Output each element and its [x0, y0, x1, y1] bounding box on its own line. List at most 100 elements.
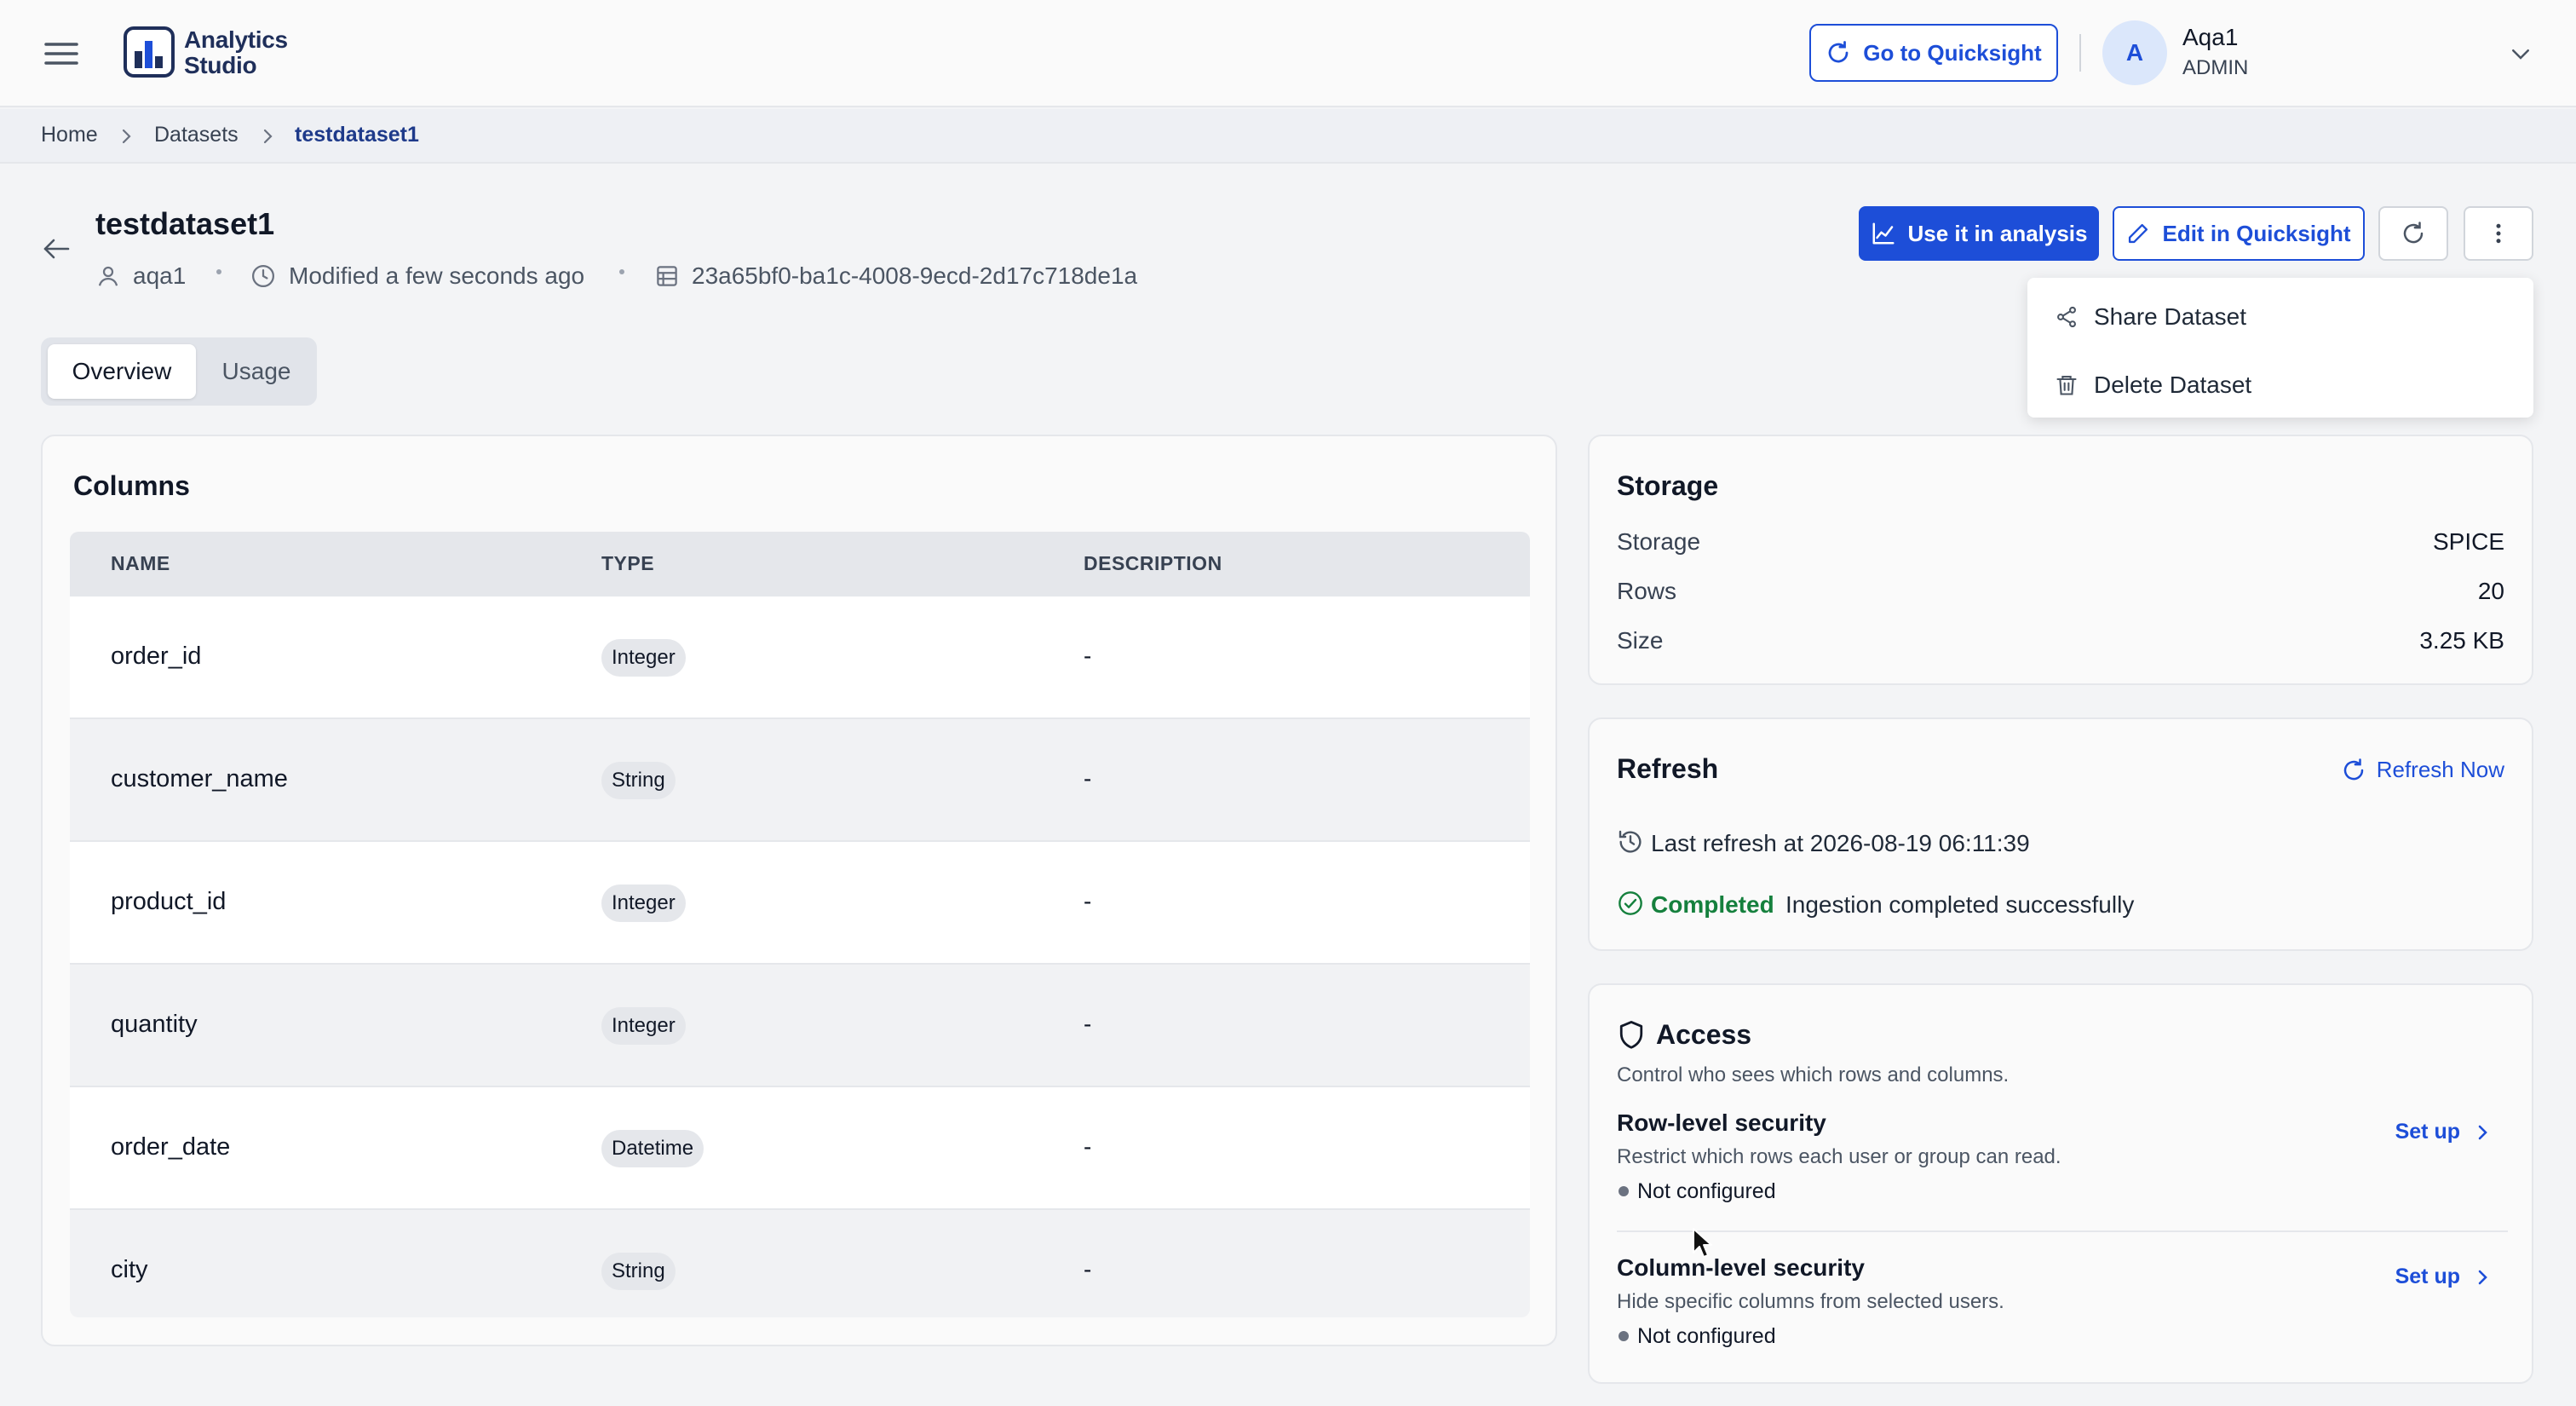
- column-description: -: [1084, 1256, 1092, 1282]
- rows-value: 20: [2477, 578, 2504, 604]
- chart-icon: [1871, 221, 1896, 246]
- column-name: product_id: [111, 888, 227, 915]
- row-level-security-title: Row-level security: [1617, 1109, 1826, 1136]
- avatar[interactable]: A: [2102, 20, 2167, 85]
- table-header: NAME TYPE DESCRIPTION: [70, 532, 1530, 595]
- more-actions-button[interactable]: [2464, 206, 2533, 261]
- column-name: quantity: [111, 1011, 198, 1038]
- type-badge: Datetime: [601, 1130, 704, 1167]
- delete-dataset-label: Delete Dataset: [2094, 372, 2252, 398]
- storage-title: Storage: [1617, 470, 1719, 501]
- table-row: city String -: [70, 1208, 1530, 1317]
- user-role: ADMIN: [2182, 56, 2249, 79]
- refresh-button[interactable]: [2378, 206, 2448, 261]
- table-row: order_date Datetime -: [70, 1086, 1530, 1208]
- column-name: order_id: [111, 642, 202, 670]
- storage-card: Storage Storage SPICE Rows 20 Size 3.25 …: [1588, 435, 2533, 685]
- row-level-setup-label: Set up: [2395, 1120, 2460, 1144]
- refresh-now-button[interactable]: Refresh Now: [2341, 757, 2504, 783]
- refresh-status-label: Completed: [1651, 891, 1774, 918]
- column-level-security-status: Not configured: [1637, 1324, 1776, 1348]
- meta-separator: [619, 269, 624, 274]
- refresh-icon: [1826, 40, 1851, 66]
- share-dataset-menu-item[interactable]: Share Dataset: [2027, 283, 2533, 349]
- refresh-title: Refresh: [1617, 753, 1719, 784]
- clock-icon: [250, 263, 276, 289]
- type-badge: Integer: [601, 639, 686, 677]
- tab-overview[interactable]: Overview: [48, 344, 196, 399]
- chevron-down-icon[interactable]: [2508, 41, 2533, 66]
- last-refresh-text: Last refresh at 2026-08-19 06:11:39: [1651, 830, 2030, 856]
- chevron-right-icon: [2474, 1265, 2491, 1289]
- type-badge: String: [601, 1253, 676, 1290]
- mouse-cursor-icon: [1692, 1227, 1714, 1259]
- type-badge: Integer: [601, 1007, 686, 1045]
- top-bar: Analytics Studio Go to Quicksight A Aqa1…: [0, 0, 2576, 107]
- column-level-setup-label: Set up: [2395, 1265, 2460, 1288]
- table-row: product_id Integer -: [70, 840, 1530, 963]
- menu-icon[interactable]: [43, 39, 80, 68]
- column-description: -: [1084, 888, 1092, 914]
- refresh-now-label: Refresh Now: [2376, 757, 2504, 782]
- arrow-left-icon[interactable]: [41, 235, 72, 262]
- column-level-security-title: Column-level security: [1617, 1254, 1865, 1281]
- refresh-status-text: Ingestion completed successfully: [1785, 891, 2135, 918]
- page-title: testdataset1: [95, 206, 275, 241]
- column-name: city: [111, 1256, 148, 1283]
- storage-value: SPICE: [2432, 528, 2504, 555]
- column-description: -: [1084, 765, 1092, 792]
- edit-in-quicksight-button[interactable]: Edit in Quicksight: [2113, 206, 2365, 261]
- access-title: Access: [1656, 1019, 1752, 1050]
- user-name: Aqa1: [2182, 24, 2239, 50]
- column-name: customer_name: [111, 765, 288, 792]
- column-header-type: TYPE: [601, 552, 655, 574]
- chevron-right-icon: [259, 126, 276, 147]
- row-level-security-status: Not configured: [1637, 1179, 1776, 1203]
- row-level-security-description: Restrict which rows each user or group c…: [1617, 1145, 2061, 1168]
- breadcrumb-datasets[interactable]: Datasets: [154, 123, 239, 147]
- column-description: -: [1084, 642, 1092, 669]
- user-icon: [95, 263, 121, 289]
- table-row: quantity Integer -: [70, 963, 1530, 1086]
- divider: [1617, 1230, 2508, 1232]
- dataset-modified: Modified a few seconds ago: [289, 262, 585, 289]
- type-badge: Integer: [601, 885, 686, 922]
- row-level-setup-button[interactable]: Set up: [2395, 1120, 2491, 1144]
- refresh-icon: [2401, 221, 2426, 246]
- check-circle-icon: [1617, 890, 1644, 917]
- tab-usage[interactable]: Usage: [203, 344, 310, 399]
- breadcrumb-home[interactable]: Home: [41, 123, 98, 147]
- column-level-security-description: Hide specific columns from selected user…: [1617, 1290, 2004, 1313]
- app-name[interactable]: Analytics Studio: [184, 27, 288, 78]
- go-to-quicksight-button[interactable]: Go to Quicksight: [1809, 24, 2058, 82]
- meta-separator: [216, 269, 221, 274]
- rows-label: Rows: [1617, 578, 1677, 604]
- size-label: Size: [1617, 627, 1664, 654]
- access-card: Access Control who sees which rows and c…: [1588, 983, 2533, 1384]
- share-dataset-label: Share Dataset: [2094, 303, 2246, 330]
- refresh-card: Refresh Refresh Now Last refresh at 2026…: [1588, 717, 2533, 951]
- columns-card: Columns NAME TYPE DESCRIPTION order_id I…: [41, 435, 1557, 1346]
- status-dot: [1619, 1186, 1629, 1196]
- column-header-name: NAME: [111, 552, 170, 574]
- more-actions-menu: Share Dataset Delete Dataset: [2027, 278, 2533, 418]
- dataset-owner: aqa1: [133, 262, 187, 289]
- tab-bar: Overview Usage: [41, 337, 317, 406]
- use-in-analysis-button[interactable]: Use it in analysis: [1859, 206, 2099, 261]
- refresh-icon: [2341, 758, 2366, 783]
- status-dot: [1619, 1331, 1629, 1341]
- columns-title: Columns: [73, 470, 190, 501]
- columns-table: NAME TYPE DESCRIPTION order_id Integer -…: [70, 532, 1530, 1317]
- delete-dataset-menu-item[interactable]: Delete Dataset: [2027, 351, 2533, 418]
- header-divider: [2079, 34, 2081, 72]
- chevron-right-icon: [2474, 1121, 2491, 1144]
- history-icon: [1617, 828, 1644, 856]
- more-vertical-icon: [2486, 221, 2511, 246]
- shield-icon: [1617, 1019, 1646, 1050]
- type-badge: String: [601, 762, 676, 799]
- logo-icon[interactable]: [123, 26, 175, 78]
- access-subtitle: Control who sees which rows and columns.: [1617, 1063, 2010, 1086]
- chevron-right-icon: [118, 126, 135, 147]
- column-level-setup-button[interactable]: Set up: [2395, 1265, 2491, 1289]
- column-description: -: [1084, 1133, 1092, 1160]
